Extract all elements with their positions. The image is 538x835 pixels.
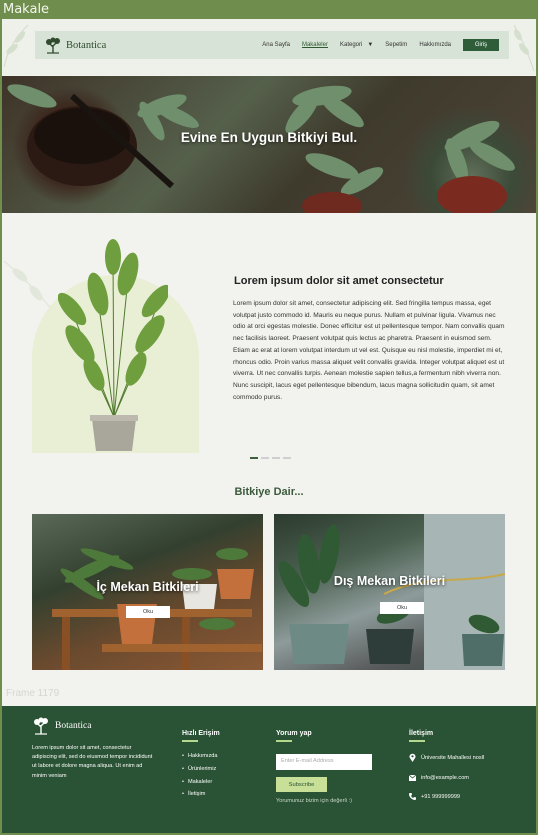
review-note: Yorumunuz bizim için değerli :) (276, 798, 352, 804)
login-button[interactable]: Giriş (463, 39, 499, 51)
section-title: Bitkiye Dair... (234, 486, 304, 498)
carousel-dot-active[interactable] (250, 457, 258, 459)
page: Botantica Ana Sayfa Makaleler Kategori ▼… (2, 19, 536, 833)
navbar: Botantica Ana Sayfa Makaleler Kategori ▼… (35, 31, 509, 59)
carousel-dot[interactable] (283, 457, 291, 459)
quick-links-list: Hakkımızda Ürünlerimiz Makaleler İletişi… (182, 753, 218, 804)
contact-title: İletişim (409, 730, 433, 742)
carousel-dots[interactable] (250, 457, 294, 459)
footer-brand-name: Botantica (55, 721, 92, 731)
quick-link-urunlerimiz[interactable]: Ürünlerimiz (182, 766, 218, 772)
outdoor-card-title: Dış Mekan Bitkileri (333, 574, 446, 588)
indoor-read-button[interactable]: Oku (126, 606, 170, 618)
review-title: Yorum yap (276, 730, 312, 742)
contact-phone-text: +91 999999999 (421, 793, 461, 800)
subscribe-button[interactable]: Subscribe (276, 777, 327, 792)
tree-logo-icon (34, 717, 48, 735)
footer-logo[interactable]: Botantica (32, 717, 91, 735)
nav-item-ana-sayfa[interactable]: Ana Sayfa (262, 42, 290, 48)
quick-link-makaleler[interactable]: Makaleler (182, 779, 218, 785)
nav-item-sepetim[interactable]: Sepetim (385, 42, 407, 48)
nav-item-makaleler[interactable]: Makaleler (302, 42, 328, 48)
contact-address: Üniversite Mahallesi nosll (409, 753, 484, 762)
potted-plant-image (58, 239, 168, 451)
contact-phone[interactable]: +91 999999999 (409, 793, 460, 800)
footer-description: Lorem ipsum dolor sit amet, consectetur … (32, 745, 153, 779)
contact-address-text: Üniversite Mahallesi nosll (421, 754, 485, 761)
email-input[interactable]: Enter E-mail Address (276, 754, 372, 770)
contact-email[interactable]: info@example.com (409, 775, 469, 781)
leaf-decoration-icon (3, 24, 29, 68)
outdoor-plants-card[interactable]: Dış Mekan Bitkileri Oku (274, 514, 505, 670)
nav-links: Ana Sayfa Makaleler Kategori ▼ Sepetim H… (250, 39, 499, 51)
nav-item-kategori[interactable]: Kategori (340, 42, 362, 48)
frame-ghost-label: Frame 1179 (6, 688, 60, 699)
quick-links-title: Hızlı Erişim (182, 730, 220, 742)
nav-item-hakkimizda[interactable]: Hakkımızda (419, 42, 451, 48)
mail-icon (409, 775, 416, 781)
indoor-plants-card[interactable]: İç Mekan Bitkileri Oku (32, 514, 263, 670)
outdoor-plants-image (278, 514, 505, 670)
carousel-dot[interactable] (261, 457, 269, 459)
footer: Botantica Lorem ipsum dolor sit amet, co… (2, 706, 536, 833)
about-title: Lorem ipsum dolor sit amet consectetur (234, 275, 444, 287)
outdoor-read-button[interactable]: Oku (380, 602, 424, 614)
location-pin-icon (409, 753, 416, 762)
tree-logo-icon (46, 37, 60, 54)
indoor-card-title: İç Mekan Bitkileri (96, 580, 199, 594)
brand-logo[interactable]: Botantica (44, 37, 106, 54)
header: Botantica Ana Sayfa Makaleler Kategori ▼… (2, 19, 536, 75)
quick-link-hakkimizda[interactable]: Hakkımızda (182, 753, 218, 759)
quick-link-iletisim[interactable]: İletişim (182, 791, 218, 797)
leaf-decoration-icon (513, 24, 535, 72)
hero-banner: Evine En Uygun Bitkiyi Bul. (2, 76, 536, 213)
contact-email-text: info@example.com (421, 775, 469, 781)
frame-label: Makale (3, 2, 50, 17)
chevron-down-icon[interactable]: ▼ (367, 42, 373, 48)
phone-icon (409, 793, 416, 800)
carousel-dot[interactable] (272, 457, 280, 459)
brand-name: Botantica (66, 39, 107, 51)
about-body: Lorem ipsum dolor sit amet, consectetur … (233, 300, 505, 401)
hero-title: Evine En Uygun Bitkiyi Bul. (180, 130, 358, 145)
